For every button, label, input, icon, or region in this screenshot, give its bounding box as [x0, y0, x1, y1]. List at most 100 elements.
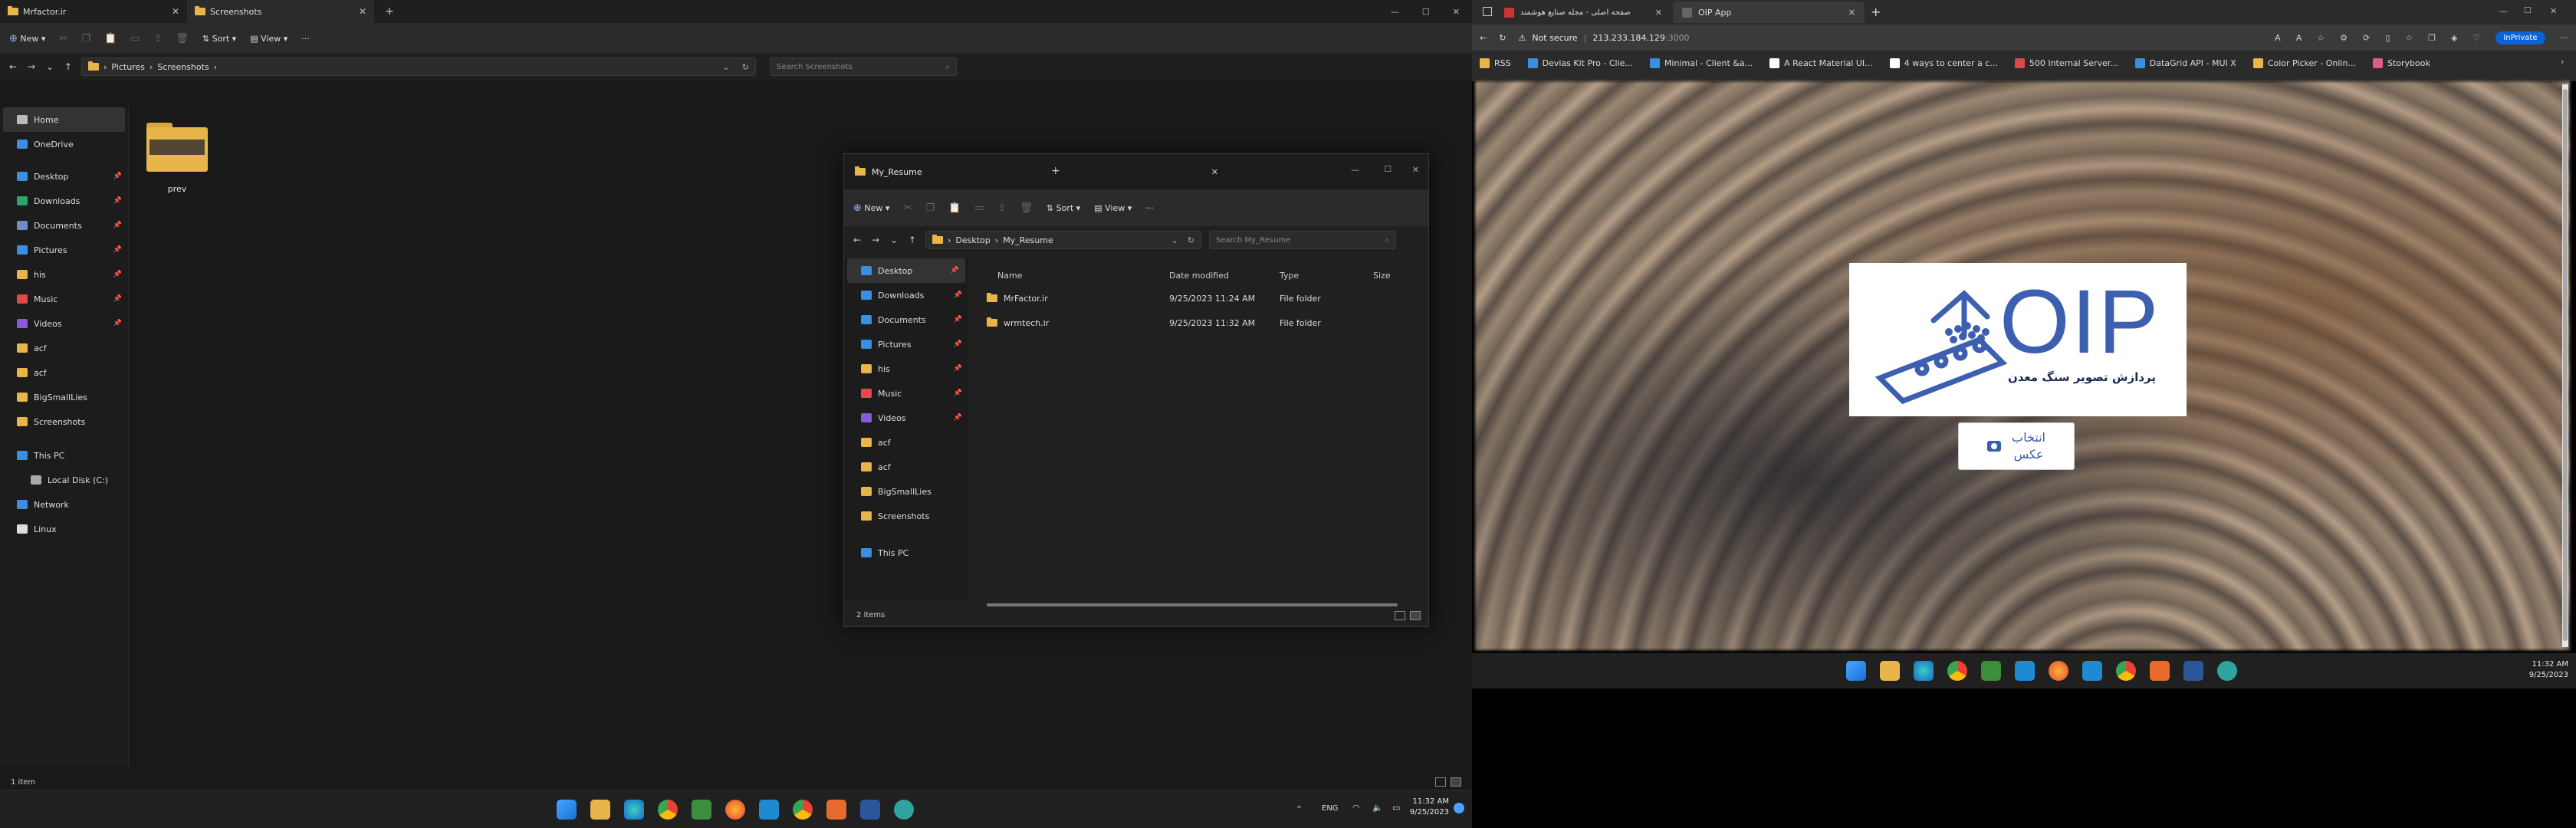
- bookmark-item[interactable]: A React Material UI...: [1769, 58, 1873, 68]
- delete-icon[interactable]: 🗑: [176, 33, 189, 44]
- column-type[interactable]: Type: [1280, 271, 1373, 281]
- maximize-icon[interactable]: ☐: [1422, 7, 1430, 17]
- sidebar-item-documents[interactable]: Documents 📌: [0, 213, 128, 238]
- window-sidebar-item-documents[interactable]: Documents 📌: [844, 307, 968, 332]
- minimize-icon[interactable]: —: [1391, 7, 1399, 17]
- vscode-icon[interactable]: [759, 800, 779, 820]
- copy-icon[interactable]: ❐: [81, 33, 90, 44]
- file-explorer-icon[interactable]: [590, 800, 610, 820]
- close-tab-icon[interactable]: ✕: [1655, 8, 1662, 18]
- up-icon[interactable]: ↑: [907, 235, 918, 245]
- translate-icon[interactable]: A: [2275, 33, 2281, 43]
- wifi-icon[interactable]: ◠: [1352, 803, 1360, 813]
- chrome-icon[interactable]: [793, 800, 813, 820]
- table-row[interactable]: wrmtech.ir 9/25/2023 11:32 AM File folde…: [974, 310, 1427, 335]
- dropdown-icon[interactable]: ⌄: [1171, 235, 1178, 245]
- breadcrumb-pictures[interactable]: Pictures: [111, 62, 145, 72]
- pin-icon[interactable]: 📌: [951, 267, 959, 274]
- pin-icon[interactable]: 📌: [113, 197, 122, 205]
- favorites-icon[interactable]: ☆: [2405, 33, 2413, 43]
- recent-locations-icon[interactable]: ⌄: [44, 61, 55, 72]
- edge-icon[interactable]: [1914, 661, 1934, 681]
- table-row[interactable]: MrFactor.ir 9/25/2023 11:24 AM File fold…: [974, 286, 1427, 310]
- share-icon[interactable]: ⇪: [997, 202, 1006, 214]
- window-sidebar-item-downloads[interactable]: Downloads 📌: [844, 283, 968, 307]
- refresh-icon[interactable]: ↻: [742, 62, 749, 72]
- cut-icon[interactable]: ✂: [903, 202, 912, 214]
- browser-essentials-icon[interactable]: ♡: [2472, 33, 2480, 43]
- file-explorer-icon[interactable]: [1880, 661, 1900, 681]
- window-sidebar-item-videos[interactable]: Videos 📌: [844, 406, 968, 430]
- page-scrollbar[interactable]: [2562, 84, 2568, 647]
- more-options-icon[interactable]: ···: [1145, 203, 1154, 213]
- share-icon[interactable]: ⇪: [153, 33, 162, 44]
- breadcrumb-desktop[interactable]: Desktop: [955, 235, 990, 245]
- sidebar-item-his[interactable]: his 📌: [0, 262, 128, 287]
- folder-prev[interactable]: prev: [143, 123, 212, 194]
- sidebar-item-desktop[interactable]: Desktop 📌: [0, 164, 128, 189]
- back-icon[interactable]: ←: [852, 235, 863, 245]
- bookmark-item[interactable]: RSS: [1480, 58, 1511, 68]
- sidebar-item-this-pc[interactable]: This PC: [0, 443, 128, 468]
- favorite-star-icon[interactable]: ☆: [2317, 33, 2325, 43]
- close-icon[interactable]: ✕: [1412, 165, 1419, 175]
- refresh-icon[interactable]: ↻: [1188, 235, 1194, 245]
- window-sidebar-item-screenshots[interactable]: Screenshots: [844, 504, 968, 528]
- window-sidebar-item-bigsmalllies[interactable]: BigSmallLies: [844, 479, 968, 504]
- menu-icon[interactable]: ···: [2561, 33, 2569, 43]
- sidebar-item-pictures[interactable]: Pictures 📌: [0, 238, 128, 262]
- paste-icon[interactable]: 📋: [948, 202, 961, 214]
- bookmark-item[interactable]: Minimal - Client &a...: [1649, 58, 1753, 68]
- chevron-right-icon[interactable]: ›: [2561, 57, 2564, 67]
- details-view-icon[interactable]: [1395, 611, 1405, 620]
- start-icon[interactable]: [557, 800, 577, 820]
- explorer-tab-mrfactor[interactable]: Mrfactor.ir ✕: [0, 0, 187, 23]
- minimize-icon[interactable]: —: [2499, 6, 2508, 16]
- sidebar-item-local-disk-c-[interactable]: Local Disk (C:): [0, 468, 128, 492]
- recent-locations-icon[interactable]: ⌄: [889, 235, 899, 245]
- close-icon[interactable]: ✕: [2550, 6, 2557, 16]
- delete-icon[interactable]: 🗑: [1020, 202, 1033, 214]
- bookmark-item[interactable]: 500 Internal Server...: [2014, 58, 2118, 68]
- close-tab-icon[interactable]: ✕: [172, 6, 179, 17]
- vscode-icon[interactable]: [2082, 661, 2102, 681]
- pin-icon[interactable]: 📌: [113, 271, 122, 278]
- postman-icon[interactable]: [2150, 661, 2170, 681]
- maximize-icon[interactable]: ☐: [2524, 5, 2532, 15]
- dropdown-icon[interactable]: ⌄: [723, 62, 730, 72]
- scrollbar-thumb[interactable]: [2563, 89, 2568, 641]
- window-sidebar-item-acf[interactable]: acf: [844, 430, 968, 455]
- vscode-icon[interactable]: [2015, 661, 2035, 681]
- search-input[interactable]: Search My_Resume ⌕: [1209, 231, 1396, 249]
- chrome-icon[interactable]: [658, 800, 678, 820]
- view-button[interactable]: ▤ View ▾: [250, 34, 288, 44]
- sort-button[interactable]: ⇅ Sort ▾: [202, 34, 236, 44]
- language-indicator[interactable]: ENG: [1322, 804, 1339, 813]
- tab-actions-icon[interactable]: [1483, 7, 1492, 16]
- bookmark-item[interactable]: Devias Kit Pro - Clie...: [1527, 58, 1633, 68]
- breadcrumb-screenshots[interactable]: Screenshots: [157, 62, 209, 72]
- sidebar-item-screenshots[interactable]: Screenshots: [0, 409, 128, 434]
- browser-tab-oip[interactable]: OIP App ✕: [1673, 2, 1865, 23]
- search-input[interactable]: Search Screenshots ⌕: [770, 58, 957, 76]
- sidebar-item-acf[interactable]: acf: [0, 360, 128, 385]
- details-view-icon[interactable]: [1435, 777, 1446, 787]
- pin-icon[interactable]: 📌: [954, 316, 962, 324]
- pin-icon[interactable]: 📌: [954, 389, 962, 397]
- inprivate-badge[interactable]: InPrivate: [2496, 31, 2545, 44]
- word-icon[interactable]: [2183, 661, 2203, 681]
- collections-icon[interactable]: ❐: [2428, 33, 2436, 43]
- split-screen-icon[interactable]: ▯: [2385, 33, 2390, 43]
- tiles-view-icon[interactable]: [1451, 777, 1461, 787]
- sidebar-item-linux[interactable]: Linux: [0, 517, 128, 541]
- rename-icon[interactable]: ▭: [130, 33, 140, 44]
- pin-icon[interactable]: 📌: [113, 295, 122, 303]
- sidebar-item-videos[interactable]: Videos 📌: [0, 311, 128, 336]
- browser-tab-1[interactable]: صفحه اصلی - مجله صنایع هوشمند ✕: [1495, 2, 1671, 23]
- read-aloud-icon[interactable]: A: [2296, 33, 2302, 43]
- sort-button[interactable]: ⇅ Sort ▾: [1046, 203, 1080, 213]
- window-sidebar-item-pictures[interactable]: Pictures 📌: [844, 332, 968, 356]
- firefox-icon[interactable]: [725, 800, 745, 820]
- postman-icon[interactable]: [826, 800, 846, 820]
- address-bar[interactable]: › Pictures › Screenshots › ⌄ ↻: [81, 58, 756, 76]
